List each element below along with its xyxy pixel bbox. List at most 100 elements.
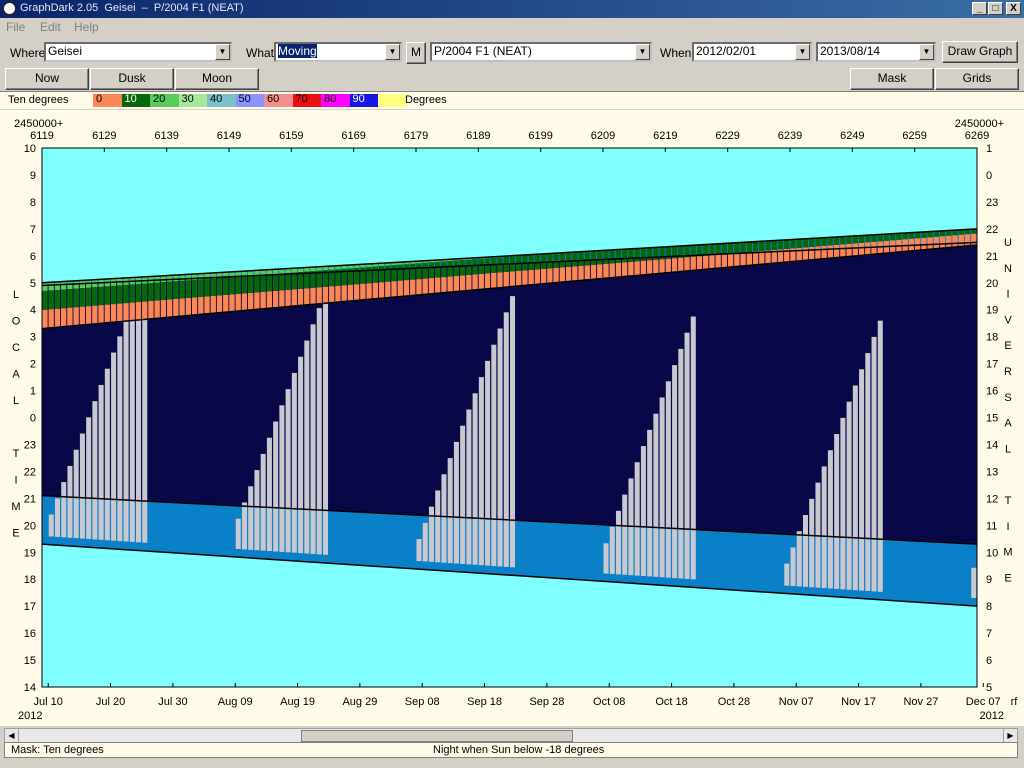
altitude-band-bar [42,309,48,329]
altitude-band-bar [229,277,235,295]
left-tick-label: 17 [24,601,36,613]
twilight-bar [752,532,760,592]
twilight-bar [939,542,947,605]
altitude-band-bar [447,260,453,277]
night-bar [939,243,947,543]
altitude-band-bar [447,276,453,293]
moon-bar [416,539,422,562]
altitude-band-bar [316,287,322,304]
twilight-bar [746,532,753,592]
altitude-band-bar [721,243,728,255]
altitude-band-bar [73,307,79,326]
night-bar [397,268,404,515]
what-value: Moving [278,44,317,58]
m-button[interactable]: M [406,42,426,64]
altitude-band-bar [883,233,890,241]
moon-bar [123,321,129,542]
left-tick-label: 18 [24,574,36,586]
what-combo[interactable]: Moving ▼ [274,42,402,62]
minimize-button[interactable]: _ [972,2,987,15]
twilight-bar [889,539,897,601]
what-label: What [246,46,275,60]
scroll-left-icon[interactable]: ◀ [5,729,19,743]
right-axis-letter: T [1005,495,1012,507]
top-tick-label: 6169 [341,130,365,142]
altitude-band-bar [366,266,372,284]
altitude-band-bar [117,303,123,322]
mask-button[interactable]: Mask [850,68,934,90]
grids-button[interactable]: Grids [935,68,1019,90]
chevron-down-icon[interactable]: ▼ [635,44,650,60]
moon-bar [684,332,690,579]
altitude-band-bar [590,250,597,265]
moon-bar [865,353,871,591]
altitude-band-bar [279,290,285,308]
altitude-band-bar [360,283,366,300]
altitude-band-bar [715,254,721,269]
left-axis-letter: T [13,448,20,460]
right-tick-label: 1 [986,143,992,155]
moon-bar [323,303,329,555]
right-tick-label: 9 [986,574,992,586]
twilight-bar [696,529,704,588]
night-bar [621,258,629,526]
end-date-combo[interactable]: 2013/08/14 ▼ [816,42,936,62]
night-bar [590,259,598,525]
altitude-band-bar [827,245,834,258]
altitude-band-bar [890,233,896,241]
close-button[interactable]: X [1006,2,1021,15]
dusk-button[interactable]: Dusk [90,68,174,90]
night-bar [409,268,417,515]
left-tick-label: 4 [30,305,36,317]
now-button[interactable]: Now [5,68,89,90]
left-tick-label: 9 [30,170,36,182]
left-tick-label: 10 [24,143,36,155]
scroll-right-icon[interactable]: ▶ [1003,729,1017,743]
menu-file[interactable]: File [6,20,25,34]
altitude-band-bar [796,238,802,248]
right-axis-letter: R [1004,366,1012,378]
moon-bar [603,543,609,574]
left-tick-label: 20 [24,520,36,532]
night-bar [428,267,436,516]
top-tick-label: 6179 [404,130,428,142]
top-tick-label: 6139 [154,130,178,142]
night-bar [422,267,429,516]
altitude-band-bar [453,260,460,277]
left-axis-letter: L [13,289,19,301]
legend-swatch: 20 [150,93,179,107]
altitude-band-bar [597,250,603,265]
top-tick-label: 6199 [528,130,552,142]
draw-graph-button[interactable]: Draw Graph [942,41,1018,63]
altitude-band-bar [752,241,759,252]
altitude-band-bar [671,258,678,272]
chevron-down-icon[interactable]: ▼ [795,44,810,60]
altitude-band-bar [609,263,615,278]
altitude-band-bar [248,275,254,293]
where-combo[interactable]: Geisei ▼ [44,42,232,62]
chevron-down-icon[interactable]: ▼ [919,44,934,60]
altitude-band-bar [547,253,553,269]
altitude-band-bar [48,309,54,329]
object-combo[interactable]: P/2004 F1 (NEAT) ▼ [430,42,652,62]
start-date-combo[interactable]: 2012/02/01 ▼ [692,42,812,62]
altitude-band-bar [260,274,266,292]
altitude-band-bar [809,238,815,247]
chevron-down-icon[interactable]: ▼ [215,44,230,60]
altitude-band-bar [628,261,634,276]
night-bar [808,249,816,536]
altitude-band-bar [260,291,266,309]
altitude-band-bar [971,233,977,246]
night-bar [746,252,753,533]
chevron-down-icon[interactable]: ▼ [385,44,400,60]
moon-bar [852,385,858,591]
scroll-thumb[interactable] [301,730,573,742]
altitude-band-bar [385,281,391,298]
maximize-button[interactable]: □ [988,2,1003,15]
twilight-bar [359,512,367,566]
menu-edit[interactable]: Edit [40,20,61,34]
moon-button[interactable]: Moon [175,68,259,90]
altitude-band-bar [104,304,110,323]
altitude-band-bar [48,282,54,291]
menu-help[interactable]: Help [74,20,99,34]
